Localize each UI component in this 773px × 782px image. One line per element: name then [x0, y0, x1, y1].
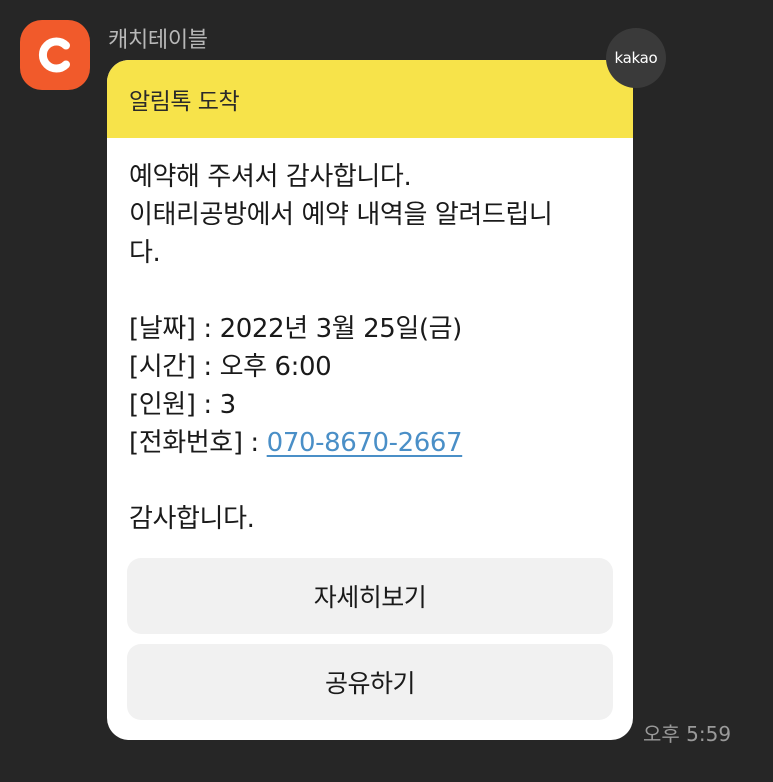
date-value: 2022년 3월 25일(금): [219, 314, 463, 344]
time-label: [시간] :: [129, 352, 220, 382]
intro-text-line2: 다.: [129, 238, 161, 268]
people-row: [인원] : 3: [129, 386, 613, 424]
greeting-text: 예약해 주셔서 감사합니다.: [129, 162, 412, 192]
phone-label: [전화번호] :: [129, 428, 267, 458]
share-button[interactable]: 공유하기: [127, 644, 613, 720]
phone-row: [전화번호] : 070-8670-2667: [129, 424, 613, 462]
people-value: 3: [219, 390, 237, 420]
sender-avatar[interactable]: [20, 20, 90, 90]
message-bubble: 알림톡 도착 예약해 주셔서 감사합니다. 이태리공방에서 예약 내역을 알려드…: [107, 60, 633, 740]
message-timestamp: 오후 5:59: [643, 722, 732, 746]
people-label: [인원] :: [129, 390, 220, 420]
message-header: 알림톡 도착: [107, 60, 633, 138]
time-row: [시간] : 오후 6:00: [129, 348, 613, 386]
view-details-button[interactable]: 자세히보기: [127, 558, 613, 634]
catchtable-logo-icon: [38, 37, 70, 73]
intro-text-line1: 이태리공방에서 예약 내역을 알려드립니: [129, 200, 553, 230]
closing-text: 감사합니다.: [129, 504, 255, 534]
kakao-badge: kakao: [606, 28, 666, 88]
phone-link[interactable]: 070-8670-2667: [267, 428, 463, 458]
date-row: [날짜] : 2022년 3월 25일(금): [129, 310, 613, 348]
message-body: 예약해 주셔서 감사합니다. 이태리공방에서 예약 내역을 알려드립니 다. […: [107, 138, 633, 538]
sender-name: 캐치테이블: [108, 28, 208, 53]
time-value: 오후 6:00: [219, 352, 332, 382]
date-label: [날짜] :: [129, 314, 220, 344]
